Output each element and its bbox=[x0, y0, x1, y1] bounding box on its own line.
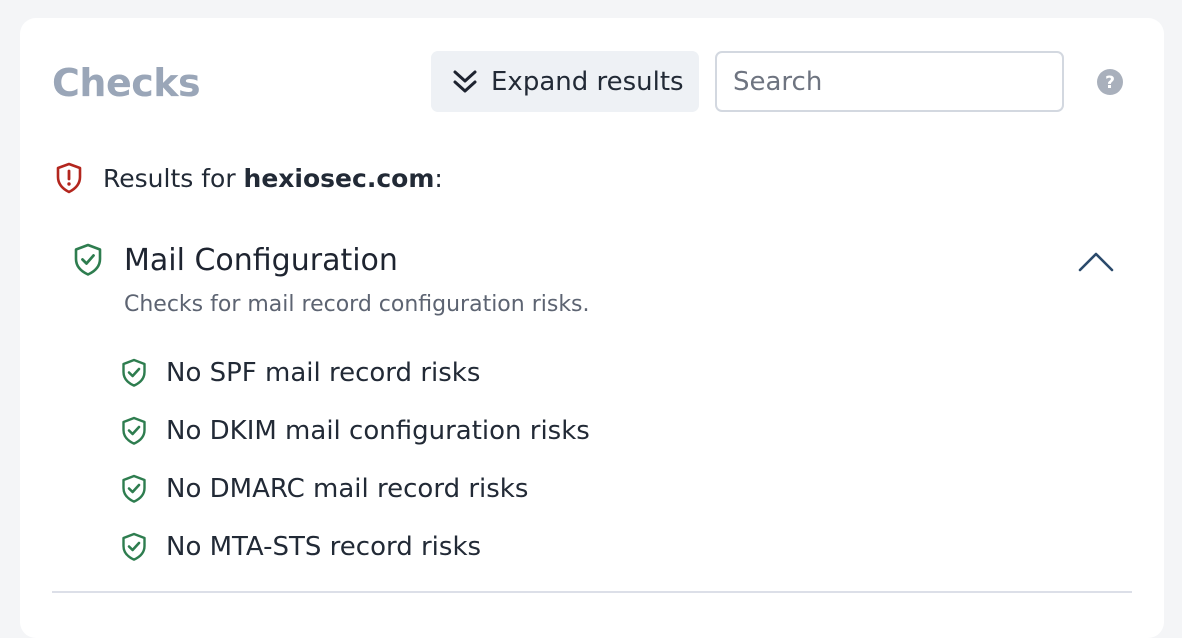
check-label: No DMARC mail record risks bbox=[166, 474, 529, 504]
check-item: No DMARC mail record risks bbox=[120, 460, 590, 518]
check-label: No MTA-STS record risks bbox=[166, 532, 482, 562]
double-chevron-down-icon bbox=[453, 70, 477, 92]
shield-exclamation-icon bbox=[56, 162, 82, 194]
expand-results-label: Expand results bbox=[491, 66, 684, 97]
svg-text:?: ? bbox=[1105, 73, 1115, 93]
collapse-section-button[interactable] bbox=[1074, 244, 1118, 278]
shield-check-icon bbox=[122, 532, 146, 561]
shield-check-icon bbox=[74, 243, 102, 276]
checks-card: Checks Expand results ? Results for hexi… bbox=[20, 18, 1164, 638]
section-title: Mail Configuration bbox=[124, 242, 398, 278]
section-header-mail-configuration[interactable]: Mail Configuration bbox=[72, 238, 398, 282]
section-divider bbox=[52, 591, 1132, 593]
shield-check-icon bbox=[122, 358, 146, 387]
search-input[interactable] bbox=[715, 51, 1064, 112]
check-label: No DKIM mail configuration risks bbox=[166, 416, 590, 446]
results-prefix: Results for bbox=[103, 163, 244, 193]
section-description: Checks for mail record configuration ris… bbox=[124, 292, 590, 317]
shield-check-icon bbox=[122, 416, 146, 445]
check-item: No SPF mail record risks bbox=[120, 344, 590, 402]
results-summary: Results for hexiosec.com: bbox=[55, 160, 443, 196]
shield-check-icon bbox=[122, 474, 146, 503]
chevron-up-icon bbox=[1078, 252, 1114, 272]
page-title: Checks bbox=[52, 61, 201, 105]
check-label: No SPF mail record risks bbox=[166, 358, 481, 388]
results-domain: hexiosec.com bbox=[243, 163, 435, 193]
check-item: No MTA-STS record risks bbox=[120, 518, 590, 576]
check-list: No SPF mail record risks No DKIM mail co… bbox=[120, 344, 590, 576]
check-item: No DKIM mail configuration risks bbox=[120, 402, 590, 460]
question-circle-icon[interactable]: ? bbox=[1096, 68, 1124, 96]
results-suffix: : bbox=[434, 163, 443, 193]
expand-results-button[interactable]: Expand results bbox=[431, 51, 699, 112]
